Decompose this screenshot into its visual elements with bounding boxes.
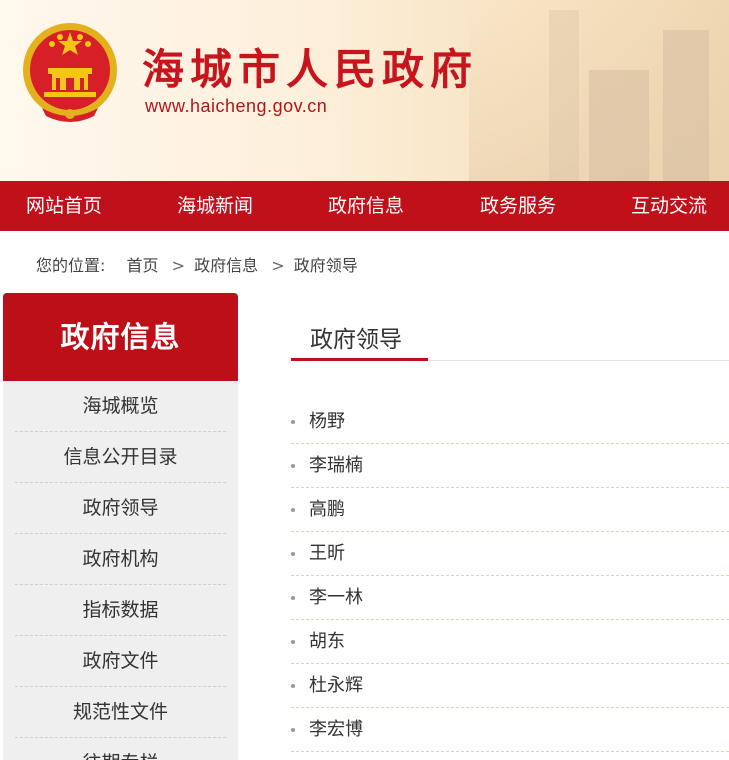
breadcrumb-separator: > [271, 256, 285, 275]
leader-name[interactable]: 杨野 [309, 411, 345, 432]
header-building [663, 30, 709, 181]
bullet-icon [291, 508, 295, 512]
bullet-icon [291, 596, 295, 600]
bullet-icon [291, 552, 295, 556]
sidebar: 政府信息 海城概览 信息公开目录 政府领导 政府机构 指标数据 政府文件 规范性… [3, 293, 238, 760]
bullet-icon [291, 464, 295, 468]
list-item[interactable]: 胡东 [291, 620, 729, 664]
page-title: 政府领导 [310, 327, 402, 353]
list-item[interactable]: 高鹏 [291, 488, 729, 532]
sidebar-item-disclosure-catalog[interactable]: 信息公开目录 [15, 432, 226, 483]
sidebar-item-agencies[interactable]: 政府机构 [15, 534, 226, 585]
breadcrumb-separator: > [171, 256, 186, 275]
list-item[interactable]: 王昕 [291, 532, 729, 576]
list-item[interactable]: 李瑞楠 [291, 444, 729, 488]
nav-item-gov-info[interactable]: 政府信息 [328, 181, 404, 231]
nav-item-services[interactable]: 政务服务 [480, 181, 556, 231]
site-title[interactable]: 海城市人民政府 [142, 36, 478, 97]
sidebar-item-indicators[interactable]: 指标数据 [15, 585, 226, 636]
site-url: www.haicheng.gov.cn [145, 96, 328, 116]
title-accent-bar [291, 358, 428, 361]
national-emblem-icon [23, 23, 117, 122]
site-header: 海城市人民政府 www.haicheng.gov.cn [0, 0, 729, 181]
bullet-icon [291, 684, 295, 688]
leader-name[interactable]: 王昕 [309, 543, 345, 564]
header-building [549, 10, 579, 181]
bullet-icon [291, 640, 295, 644]
leader-name[interactable]: 李一林 [309, 587, 363, 608]
leader-name[interactable]: 李瑞楠 [309, 455, 363, 476]
list-item[interactable]: 李一林 [291, 576, 729, 620]
breadcrumb: 您的位置: 首页 > 政府信息 > 政府领导 [36, 252, 362, 276]
sidebar-menu: 海城概览 信息公开目录 政府领导 政府机构 指标数据 政府文件 规范性文件 往期… [3, 381, 238, 760]
leader-name[interactable]: 高鹏 [309, 499, 345, 520]
sidebar-item-normative-documents[interactable]: 规范性文件 [15, 687, 226, 738]
header-building [589, 70, 649, 181]
leader-list: 杨野 李瑞楠 高鹏 王昕 李一林 胡东 杜永辉 李宏博 [291, 400, 729, 752]
bullet-icon [291, 728, 295, 732]
sidebar-title: 政府信息 [3, 293, 238, 381]
breadcrumb-gov-info[interactable]: 政府信息 [194, 256, 258, 275]
leader-name[interactable]: 胡东 [309, 631, 345, 652]
nav-item-home[interactable]: 网站首页 [26, 181, 102, 231]
sidebar-item-past-columns[interactable]: 往期专栏 [15, 738, 226, 760]
bullet-icon [291, 420, 295, 424]
main-nav: 网站首页 海城新闻 政府信息 政务服务 互动交流 [0, 181, 729, 231]
leader-name[interactable]: 李宏博 [309, 719, 363, 740]
breadcrumb-prefix: 您的位置: [36, 256, 106, 275]
sidebar-item-overview[interactable]: 海城概览 [15, 381, 226, 432]
sidebar-item-documents[interactable]: 政府文件 [15, 636, 226, 687]
list-item[interactable]: 李宏博 [291, 708, 729, 752]
list-item[interactable]: 杜永辉 [291, 664, 729, 708]
nav-item-interaction[interactable]: 互动交流 [631, 181, 707, 231]
nav-item-news[interactable]: 海城新闻 [177, 181, 253, 231]
list-item[interactable]: 杨野 [291, 400, 729, 444]
leader-name[interactable]: 杜永辉 [309, 675, 363, 696]
sidebar-item-leaders[interactable]: 政府领导 [15, 483, 226, 534]
breadcrumb-home[interactable]: 首页 [127, 256, 159, 275]
breadcrumb-current[interactable]: 政府领导 [294, 256, 358, 275]
